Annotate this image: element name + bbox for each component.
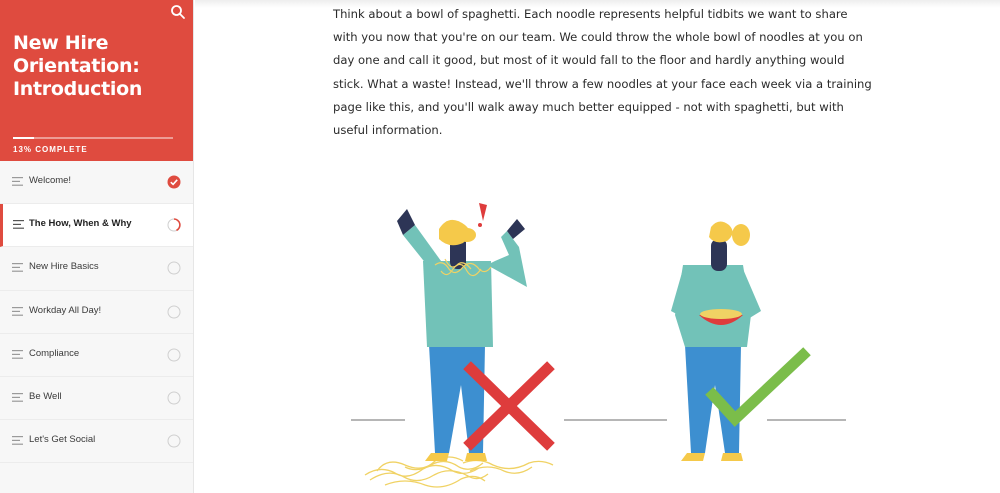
lesson-lines-icon (12, 349, 23, 359)
lesson-content: Think about a bowl of spaghetti. Each no… (195, 0, 1000, 493)
lesson-label: Be Well (29, 390, 62, 402)
course-header: New Hire Orientation: Introduction 13% C… (0, 0, 193, 161)
not-started-circle-icon (167, 261, 181, 275)
search-icon (171, 5, 185, 19)
lesson-lines-icon (12, 177, 23, 186)
lesson-label: Welcome! (29, 175, 72, 186)
lesson-lines-icon (12, 436, 23, 445)
messy-person-figure (364, 203, 555, 488)
not-started-circle-icon (167, 434, 181, 448)
not-started-circle-icon (167, 305, 181, 319)
in-progress-icon (167, 218, 181, 232)
lesson-label: Compliance (29, 347, 80, 359)
course-progress-fill (13, 137, 34, 139)
lesson-lines-icon (12, 392, 23, 402)
lesson-lines-icon (13, 220, 24, 229)
lesson-lines-icon (12, 263, 23, 273)
lesson-item-welcome[interactable]: Welcome! (0, 161, 193, 205)
lesson-lines-icon (12, 306, 23, 316)
lesson-label: Workday All Day! (29, 304, 102, 316)
lesson-paragraph: Think about a bowl of spaghetti. Each no… (333, 7, 872, 138)
lesson-list: Welcome! The How, When & Why New Hire Ba… (0, 161, 193, 464)
lesson-item-workday-all-day[interactable]: Workday All Day! (0, 291, 193, 334)
lesson-label: The How, When & Why (29, 218, 132, 230)
lesson-item-lets-get-social[interactable]: Let's Get Social (0, 420, 193, 464)
lesson-item-compliance[interactable]: Compliance (0, 334, 193, 377)
lesson-label: New Hire Basics (29, 261, 99, 273)
lesson-item-how-when-why[interactable]: The How, When & Why (0, 204, 193, 248)
course-progress-text: 13% COMPLETE (13, 145, 88, 154)
spaghetti-illustration (351, 203, 846, 488)
complete-check-icon (167, 175, 181, 189)
sidebar: New Hire Orientation: Introduction 13% C… (0, 0, 194, 493)
course-title: New Hire Orientation: Introduction (13, 32, 143, 100)
course-progress-bar (13, 137, 173, 139)
lesson-label: Let's Get Social (29, 434, 96, 446)
not-started-circle-icon (167, 348, 181, 362)
lesson-item-be-well[interactable]: Be Well (0, 377, 193, 421)
lesson-item-new-hire-basics[interactable]: New Hire Basics (0, 247, 193, 291)
search-button[interactable] (170, 4, 186, 20)
neat-person-figure (671, 221, 811, 461)
not-started-circle-icon (167, 391, 181, 405)
